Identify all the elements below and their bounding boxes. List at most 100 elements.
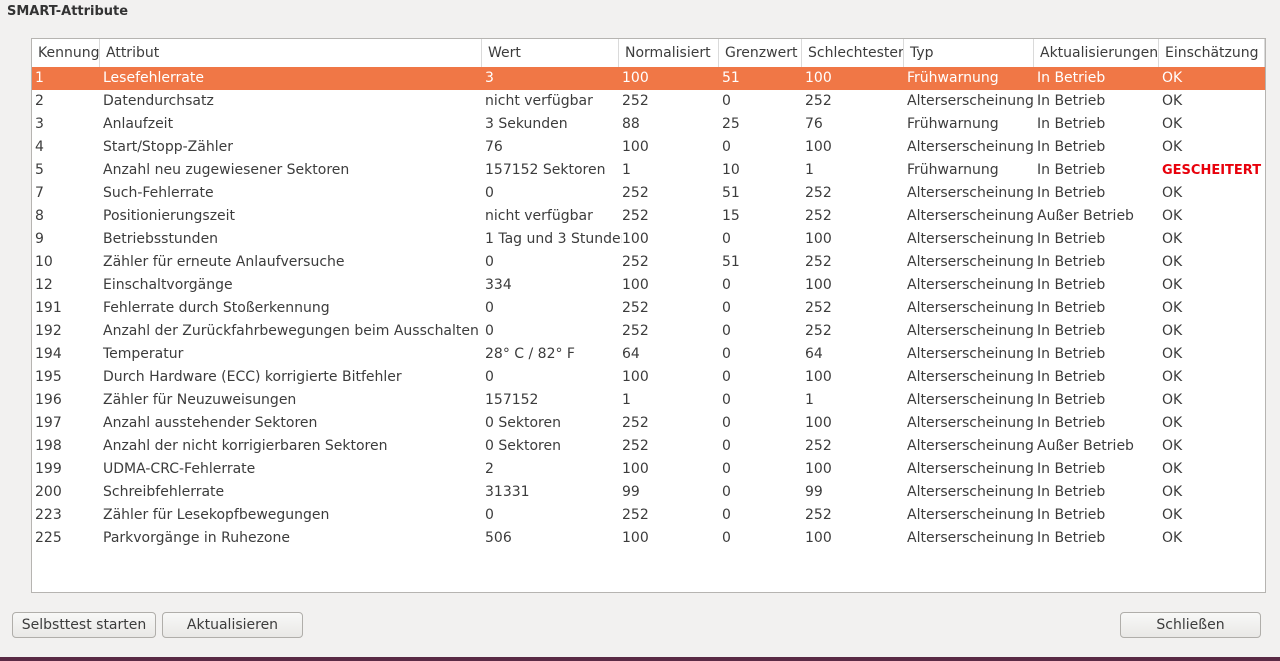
- table-row[interactable]: 199 UDMA-CRC-Fehlerrate 2 100 0 100 Altersersc…: [32, 458, 1265, 481]
- cell-type: Alterserscheinung: [907, 93, 1034, 109]
- table-row[interactable]: 223 Zähler für Lesekopfbewegungen 0 252 0 252…: [32, 504, 1265, 527]
- table-row[interactable]: 195 Durch Hardware (ECC) korrigierte Bitf…: [32, 366, 1265, 389]
- column-header-normalized[interactable]: Normalisiert: [619, 39, 719, 67]
- table-row[interactable]: 192 Anzahl der Zurückfahrbewegungen beim …: [32, 320, 1265, 343]
- cell-type: Frühwarnung: [907, 70, 999, 86]
- cell-attribute: Temperatur: [103, 346, 184, 362]
- cell-assessment: OK: [1162, 70, 1183, 86]
- start-selftest-button[interactable]: Selbsttest starten: [12, 612, 156, 638]
- window-bottom-border: [0, 657, 1280, 661]
- cell-threshold: 0: [722, 346, 731, 362]
- cell-normalized: 100: [622, 530, 649, 546]
- cell-attribute: Start/Stopp-Zähler: [103, 139, 233, 155]
- column-header-value[interactable]: Wert: [482, 39, 619, 67]
- cell-assessment: OK: [1162, 93, 1183, 109]
- cell-id: 195: [35, 369, 62, 385]
- cell-attribute: Betriebsstunden: [103, 231, 219, 247]
- cell-id: 223: [35, 507, 62, 523]
- column-header-worst[interactable]: Schlechtester: [802, 39, 904, 67]
- column-header-type[interactable]: Typ: [904, 39, 1034, 67]
- cell-type: Alterserscheinung: [907, 254, 1034, 270]
- cell-updates: Außer Betrieb: [1037, 208, 1134, 224]
- cell-value: 3: [485, 70, 494, 86]
- cell-worst: 100: [805, 277, 832, 293]
- cell-worst: 252: [805, 208, 832, 224]
- table-row[interactable]: 196 Zähler für Neuzuweisungen 157152 1 0 1 Alt…: [32, 389, 1265, 412]
- cell-assessment: OK: [1162, 254, 1183, 270]
- cell-threshold: 51: [722, 185, 740, 201]
- cell-worst: 64: [805, 346, 823, 362]
- refresh-button[interactable]: Aktualisieren: [162, 612, 303, 638]
- cell-normalized: 99: [622, 484, 640, 500]
- table-row[interactable]: 3 Anlaufzeit 3 Sekunden 88 25 76 Frühwarnung In…: [32, 113, 1265, 136]
- cell-threshold: 10: [722, 162, 740, 178]
- cell-value: 334: [485, 277, 512, 293]
- cell-normalized: 64: [622, 346, 640, 362]
- column-header-updates[interactable]: Aktualisierungen: [1034, 39, 1159, 67]
- column-header-assessment[interactable]: Einschätzung: [1159, 39, 1265, 67]
- table-row[interactable]: 7 Such-Fehlerrate 0 252 51 252 Alterserscheinu…: [32, 182, 1265, 205]
- cell-normalized: 252: [622, 415, 649, 431]
- cell-id: 200: [35, 484, 62, 500]
- table-row[interactable]: 197 Anzahl ausstehender Sektoren 0 Sektore…: [32, 412, 1265, 435]
- cell-normalized: 252: [622, 438, 649, 454]
- cell-value: 157152 Sektoren: [485, 162, 606, 178]
- cell-normalized: 100: [622, 70, 649, 86]
- table-row[interactable]: 191 Fehlerrate durch Stoßerkennung 0 252 0 25…: [32, 297, 1265, 320]
- table-row[interactable]: 8 Positionierungszeit nicht verfügbar 252 15…: [32, 205, 1265, 228]
- cell-type: Alterserscheinung: [907, 415, 1034, 431]
- cell-type: Alterserscheinung: [907, 346, 1034, 362]
- cell-worst: 100: [805, 70, 832, 86]
- cell-threshold: 0: [722, 415, 731, 431]
- cell-type: Alterserscheinung: [907, 484, 1034, 500]
- cell-id: 199: [35, 461, 62, 477]
- cell-threshold: 51: [722, 254, 740, 270]
- cell-attribute: Datendurchsatz: [103, 93, 214, 109]
- column-header-threshold[interactable]: Grenzwert: [719, 39, 802, 67]
- cell-normalized: 100: [622, 369, 649, 385]
- table-row[interactable]: 9 Betriebsstunden 1 Tag und 3 Stunden 100 0 1…: [32, 228, 1265, 251]
- cell-updates: In Betrieb: [1037, 300, 1106, 316]
- cell-assessment: OK: [1162, 116, 1183, 132]
- column-header-id[interactable]: Kennung: [32, 39, 100, 67]
- cell-normalized: 252: [622, 300, 649, 316]
- table-row[interactable]: 5 Anzahl neu zugewiesener Sektoren 157152 …: [32, 159, 1265, 182]
- cell-worst: 252: [805, 507, 832, 523]
- table-row[interactable]: 225 Parkvorgänge in Ruhezone 506 100 0 100 Alt…: [32, 527, 1265, 550]
- cell-updates: In Betrieb: [1037, 93, 1106, 109]
- cell-attribute: Anzahl der Zurückfahrbewegungen beim Aus…: [103, 323, 479, 339]
- table-row[interactable]: 10 Zähler für erneute Anlaufversuche 0 252 5…: [32, 251, 1265, 274]
- table-row[interactable]: 4 Start/Stopp-Zähler 76 100 0 100 Altersersche…: [32, 136, 1265, 159]
- cell-updates: In Betrieb: [1037, 346, 1106, 362]
- cell-value: 3 Sekunden: [485, 116, 568, 132]
- smart-attributes-table[interactable]: Kennung Attribut Wert Normalisiert Grenzwert…: [31, 38, 1266, 593]
- cell-threshold: 0: [722, 231, 731, 247]
- cell-updates: In Betrieb: [1037, 415, 1106, 431]
- cell-value: 506: [485, 530, 512, 546]
- cell-updates: In Betrieb: [1037, 507, 1106, 523]
- cell-value: 0: [485, 323, 494, 339]
- cell-worst: 76: [805, 116, 823, 132]
- cell-value: 31331: [485, 484, 530, 500]
- cell-value: 2: [485, 461, 494, 477]
- close-button[interactable]: Schließen: [1120, 612, 1261, 638]
- cell-assessment: OK: [1162, 461, 1183, 477]
- cell-worst: 99: [805, 484, 823, 500]
- table-row[interactable]: 2 Datendurchsatz nicht verfügbar 252 0 252 Alt…: [32, 90, 1265, 113]
- cell-value: 0: [485, 369, 494, 385]
- table-row[interactable]: 12 Einschaltvorgänge 334 100 0 100 Altersersch…: [32, 274, 1265, 297]
- column-header-attribute[interactable]: Attribut: [100, 39, 482, 67]
- table-row[interactable]: 200 Schreibfehlerrate 31331 99 0 99 Altersersc…: [32, 481, 1265, 504]
- cell-worst: 252: [805, 93, 832, 109]
- cell-attribute: Positionierungszeit: [103, 208, 236, 224]
- cell-assessment: OK: [1162, 323, 1183, 339]
- table-row[interactable]: 198 Anzahl der nicht korrigierbaren Sekto…: [32, 435, 1265, 458]
- cell-type: Alterserscheinung: [907, 507, 1034, 523]
- table-row[interactable]: 1 Lesefehlerrate 3 100 51 100 Frühwarnung In Be…: [32, 67, 1265, 90]
- cell-assessment: GESCHEITERT: [1162, 163, 1262, 178]
- cell-updates: Außer Betrieb: [1037, 438, 1134, 454]
- cell-value: nicht verfügbar: [485, 208, 593, 224]
- cell-attribute: Schreibfehlerrate: [103, 484, 225, 500]
- cell-type: Alterserscheinung: [907, 185, 1034, 201]
- table-row[interactable]: 194 Temperatur 28° C / 82° F 64 0 64 Altersers…: [32, 343, 1265, 366]
